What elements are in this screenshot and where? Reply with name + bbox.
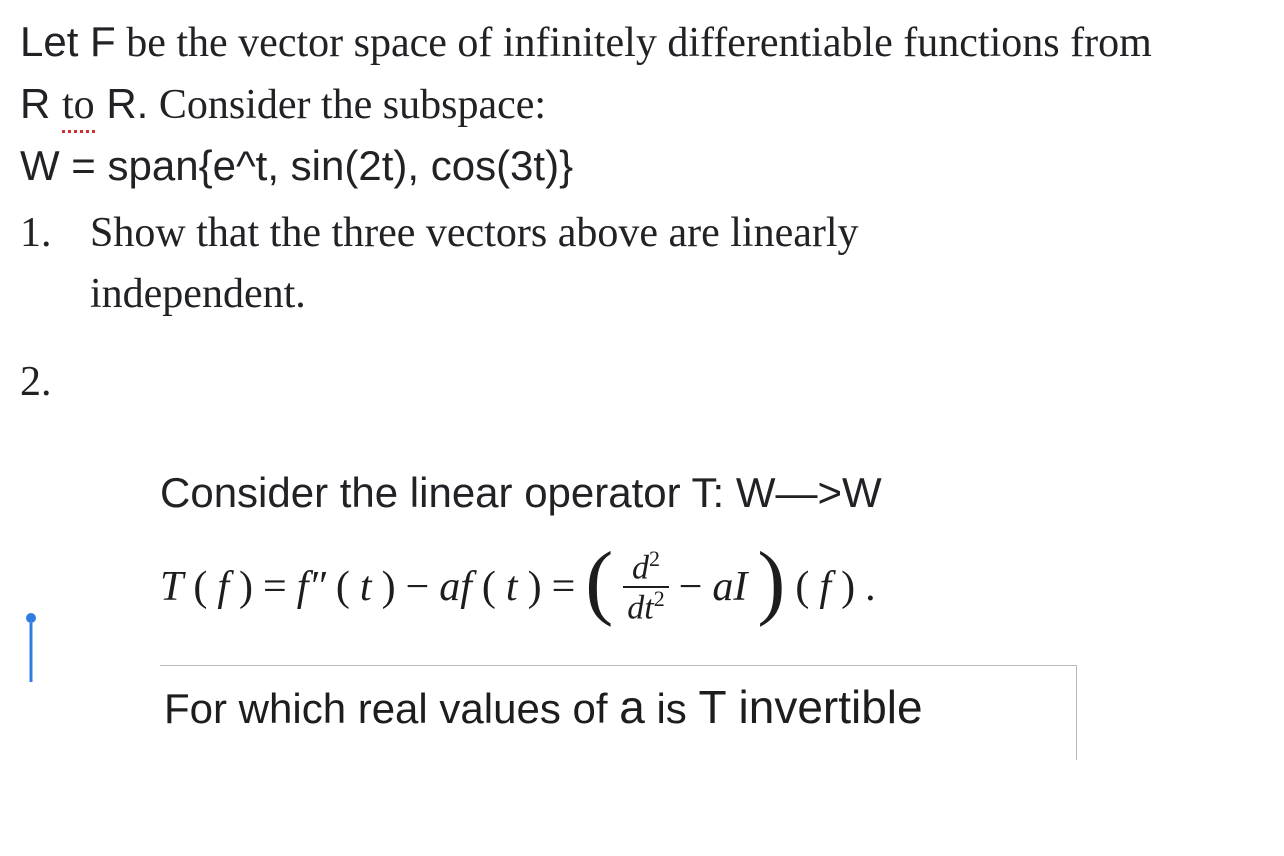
frac-den-sup: 2	[654, 586, 665, 611]
document-page: Let F be the vector space of infinitely …	[0, 0, 1284, 760]
formula-T: T(f) = f″(t) − af(t) = ( d2 dt2 − aI ) (…	[160, 548, 1264, 625]
list-number-2: 2.	[20, 359, 52, 405]
text-T-map: T: W—>W	[692, 469, 882, 516]
sym-period: .	[865, 563, 876, 611]
text-consider: Consider the linear operator	[160, 469, 692, 516]
text-T-invertible: T invertible	[698, 681, 922, 733]
part-2-number: 2.	[20, 352, 1264, 413]
sym-eq1: =	[263, 563, 287, 611]
sym-close4: )	[841, 563, 855, 611]
sym-af1: af	[439, 563, 472, 611]
sym-minus1: −	[406, 563, 430, 611]
sym-f2: f	[819, 563, 831, 611]
text-let-f: Let F	[20, 18, 116, 65]
sym-close3: )	[528, 563, 542, 611]
sym-T: T	[160, 563, 183, 611]
frac-den: dt2	[623, 588, 668, 625]
text-a: a	[619, 681, 645, 733]
question-box: For which real values of a is T invertib…	[160, 665, 1077, 760]
sym-open2: (	[336, 563, 350, 611]
sym-close2: )	[382, 563, 396, 611]
sym-close1: )	[239, 563, 253, 611]
text-for-which: For which real values of	[164, 685, 619, 732]
consider-line: Consider the linear operator T: W—>W	[160, 463, 1264, 524]
sym-aI: aI	[712, 563, 747, 611]
text-cursor-icon	[22, 612, 40, 684]
list-number-1: 1.	[20, 203, 62, 325]
big-paren-open: (	[585, 557, 613, 607]
text-R2: R.	[95, 80, 149, 127]
w-span-line: W = span{e^t, sin(2t), cos(3t)}	[20, 136, 1264, 197]
frac-num-d: d	[632, 550, 649, 587]
sym-minus2: −	[679, 563, 703, 611]
sym-open4: (	[795, 563, 809, 611]
fraction-d2dt2: d2 dt2	[623, 548, 668, 625]
sym-t1: t	[360, 563, 372, 611]
sym-open3: (	[482, 563, 496, 611]
text-consider-subspace: Consider the subspace:	[148, 82, 546, 128]
intro-line-1: Let F be the vector space of infinitely …	[20, 12, 1264, 74]
text-line1-rest: be the vector space of infinitely differ…	[116, 20, 1152, 66]
sym-eq2: =	[552, 563, 576, 611]
text-R1: R	[20, 80, 62, 127]
sym-fpp: f″	[297, 563, 326, 611]
part1-line-a: Show that the three vectors above are li…	[90, 203, 859, 264]
frac-den-dt: dt	[627, 589, 653, 626]
intro-line-2: R to R. Consider the subspace:	[20, 74, 1264, 136]
frac-num: d2	[628, 548, 664, 585]
sym-open1: (	[193, 563, 207, 611]
part-1-body: Show that the three vectors above are li…	[90, 203, 859, 325]
text-is: is	[645, 685, 699, 732]
text-w-span: W = span{e^t, sin(2t), cos(3t)}	[20, 142, 573, 189]
big-paren-close: )	[757, 557, 785, 607]
text-to: to	[62, 82, 95, 133]
part-2-body: Consider the linear operator T: W—>W T(f…	[160, 463, 1264, 760]
sym-f1: f	[217, 563, 229, 611]
frac-num-sup: 2	[649, 546, 660, 571]
part1-line-b: independent.	[90, 264, 859, 325]
sym-t2: t	[506, 563, 518, 611]
part-1: 1. Show that the three vectors above are…	[20, 203, 1264, 325]
